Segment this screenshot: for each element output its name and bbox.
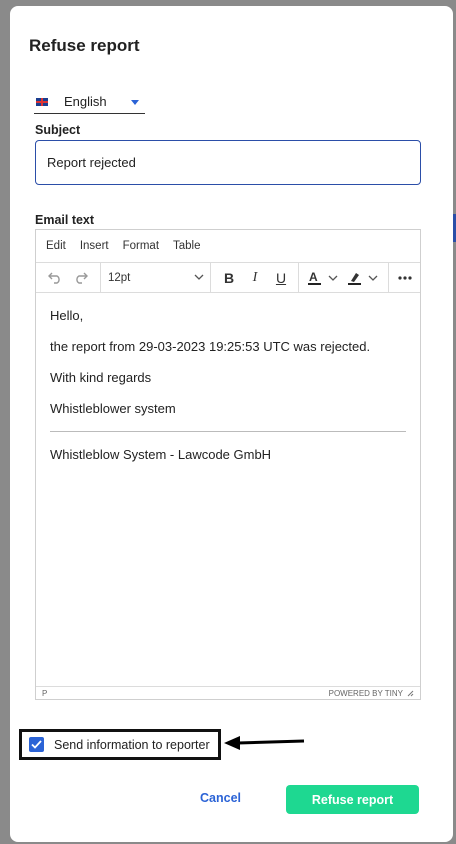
powered-by-label: POWERED BY TINY [328, 688, 403, 698]
language-value: English [64, 94, 107, 109]
editor-statusbar: P POWERED BY TINY [36, 686, 420, 699]
toolbar-separator [100, 263, 101, 292]
toolbar-separator [388, 263, 389, 292]
redo-icon[interactable] [70, 263, 92, 292]
editor-menubar: Edit Insert Format Table [36, 230, 420, 262]
uk-flag-icon [36, 97, 48, 106]
send-info-checkbox-row[interactable]: Send information to reporter [19, 729, 221, 760]
body-line: the report from 29-03-2023 19:25:53 UTC … [50, 339, 371, 354]
editor-content[interactable]: Hello, the report from 29-03-2023 19:25:… [36, 293, 420, 491]
email-text-label: Email text [35, 213, 95, 227]
svg-text:A: A [309, 270, 318, 284]
subject-label: Subject [35, 123, 81, 137]
italic-icon[interactable]: I [244, 263, 266, 292]
font-size-select[interactable]: 12pt [108, 263, 204, 292]
bold-icon[interactable]: B [218, 263, 240, 292]
menu-insert[interactable]: Insert [80, 240, 109, 252]
dialog-title: Refuse report [29, 36, 140, 55]
body-line: With kind regards [50, 370, 152, 385]
checkmark-icon [31, 740, 42, 749]
annotation-arrow-icon [224, 736, 305, 750]
resize-handle-icon[interactable] [407, 690, 414, 697]
font-size-value: 12pt [108, 271, 131, 284]
undo-icon[interactable] [44, 263, 66, 292]
send-info-label: Send information to reporter [54, 737, 210, 752]
language-select[interactable]: English [34, 90, 145, 114]
refuse-report-button[interactable]: Refuse report [286, 785, 419, 814]
toolbar-separator [298, 263, 299, 292]
text-color-icon[interactable]: A [306, 263, 342, 292]
rich-text-editor: Edit Insert Format Table 12pt B I U A He… [35, 229, 421, 700]
subject-input[interactable]: Report rejected [35, 140, 421, 185]
menu-format[interactable]: Format [123, 240, 159, 252]
menu-edit[interactable]: Edit [46, 240, 66, 252]
highlight-color-icon[interactable] [346, 263, 382, 292]
body-line: Hello, [50, 308, 84, 323]
signature-divider [50, 431, 406, 432]
editor-toolbar: 12pt B I U A [36, 262, 420, 293]
refuse-report-dialog: Refuse report English Subject Report rej… [10, 6, 453, 842]
cancel-button[interactable]: Cancel [200, 791, 241, 805]
chevron-down-icon [194, 274, 204, 280]
element-path: P [42, 688, 48, 698]
menu-table[interactable]: Table [173, 240, 201, 252]
signature-line: Whistleblow System - Lawcode GmbH [50, 447, 272, 462]
underline-icon[interactable]: U [270, 263, 292, 292]
dropdown-arrow-icon [131, 100, 139, 105]
toolbar-separator [210, 263, 211, 292]
body-line: Whistleblower system [50, 401, 176, 416]
more-options-icon[interactable] [392, 263, 418, 292]
send-info-checkbox[interactable] [29, 737, 44, 752]
